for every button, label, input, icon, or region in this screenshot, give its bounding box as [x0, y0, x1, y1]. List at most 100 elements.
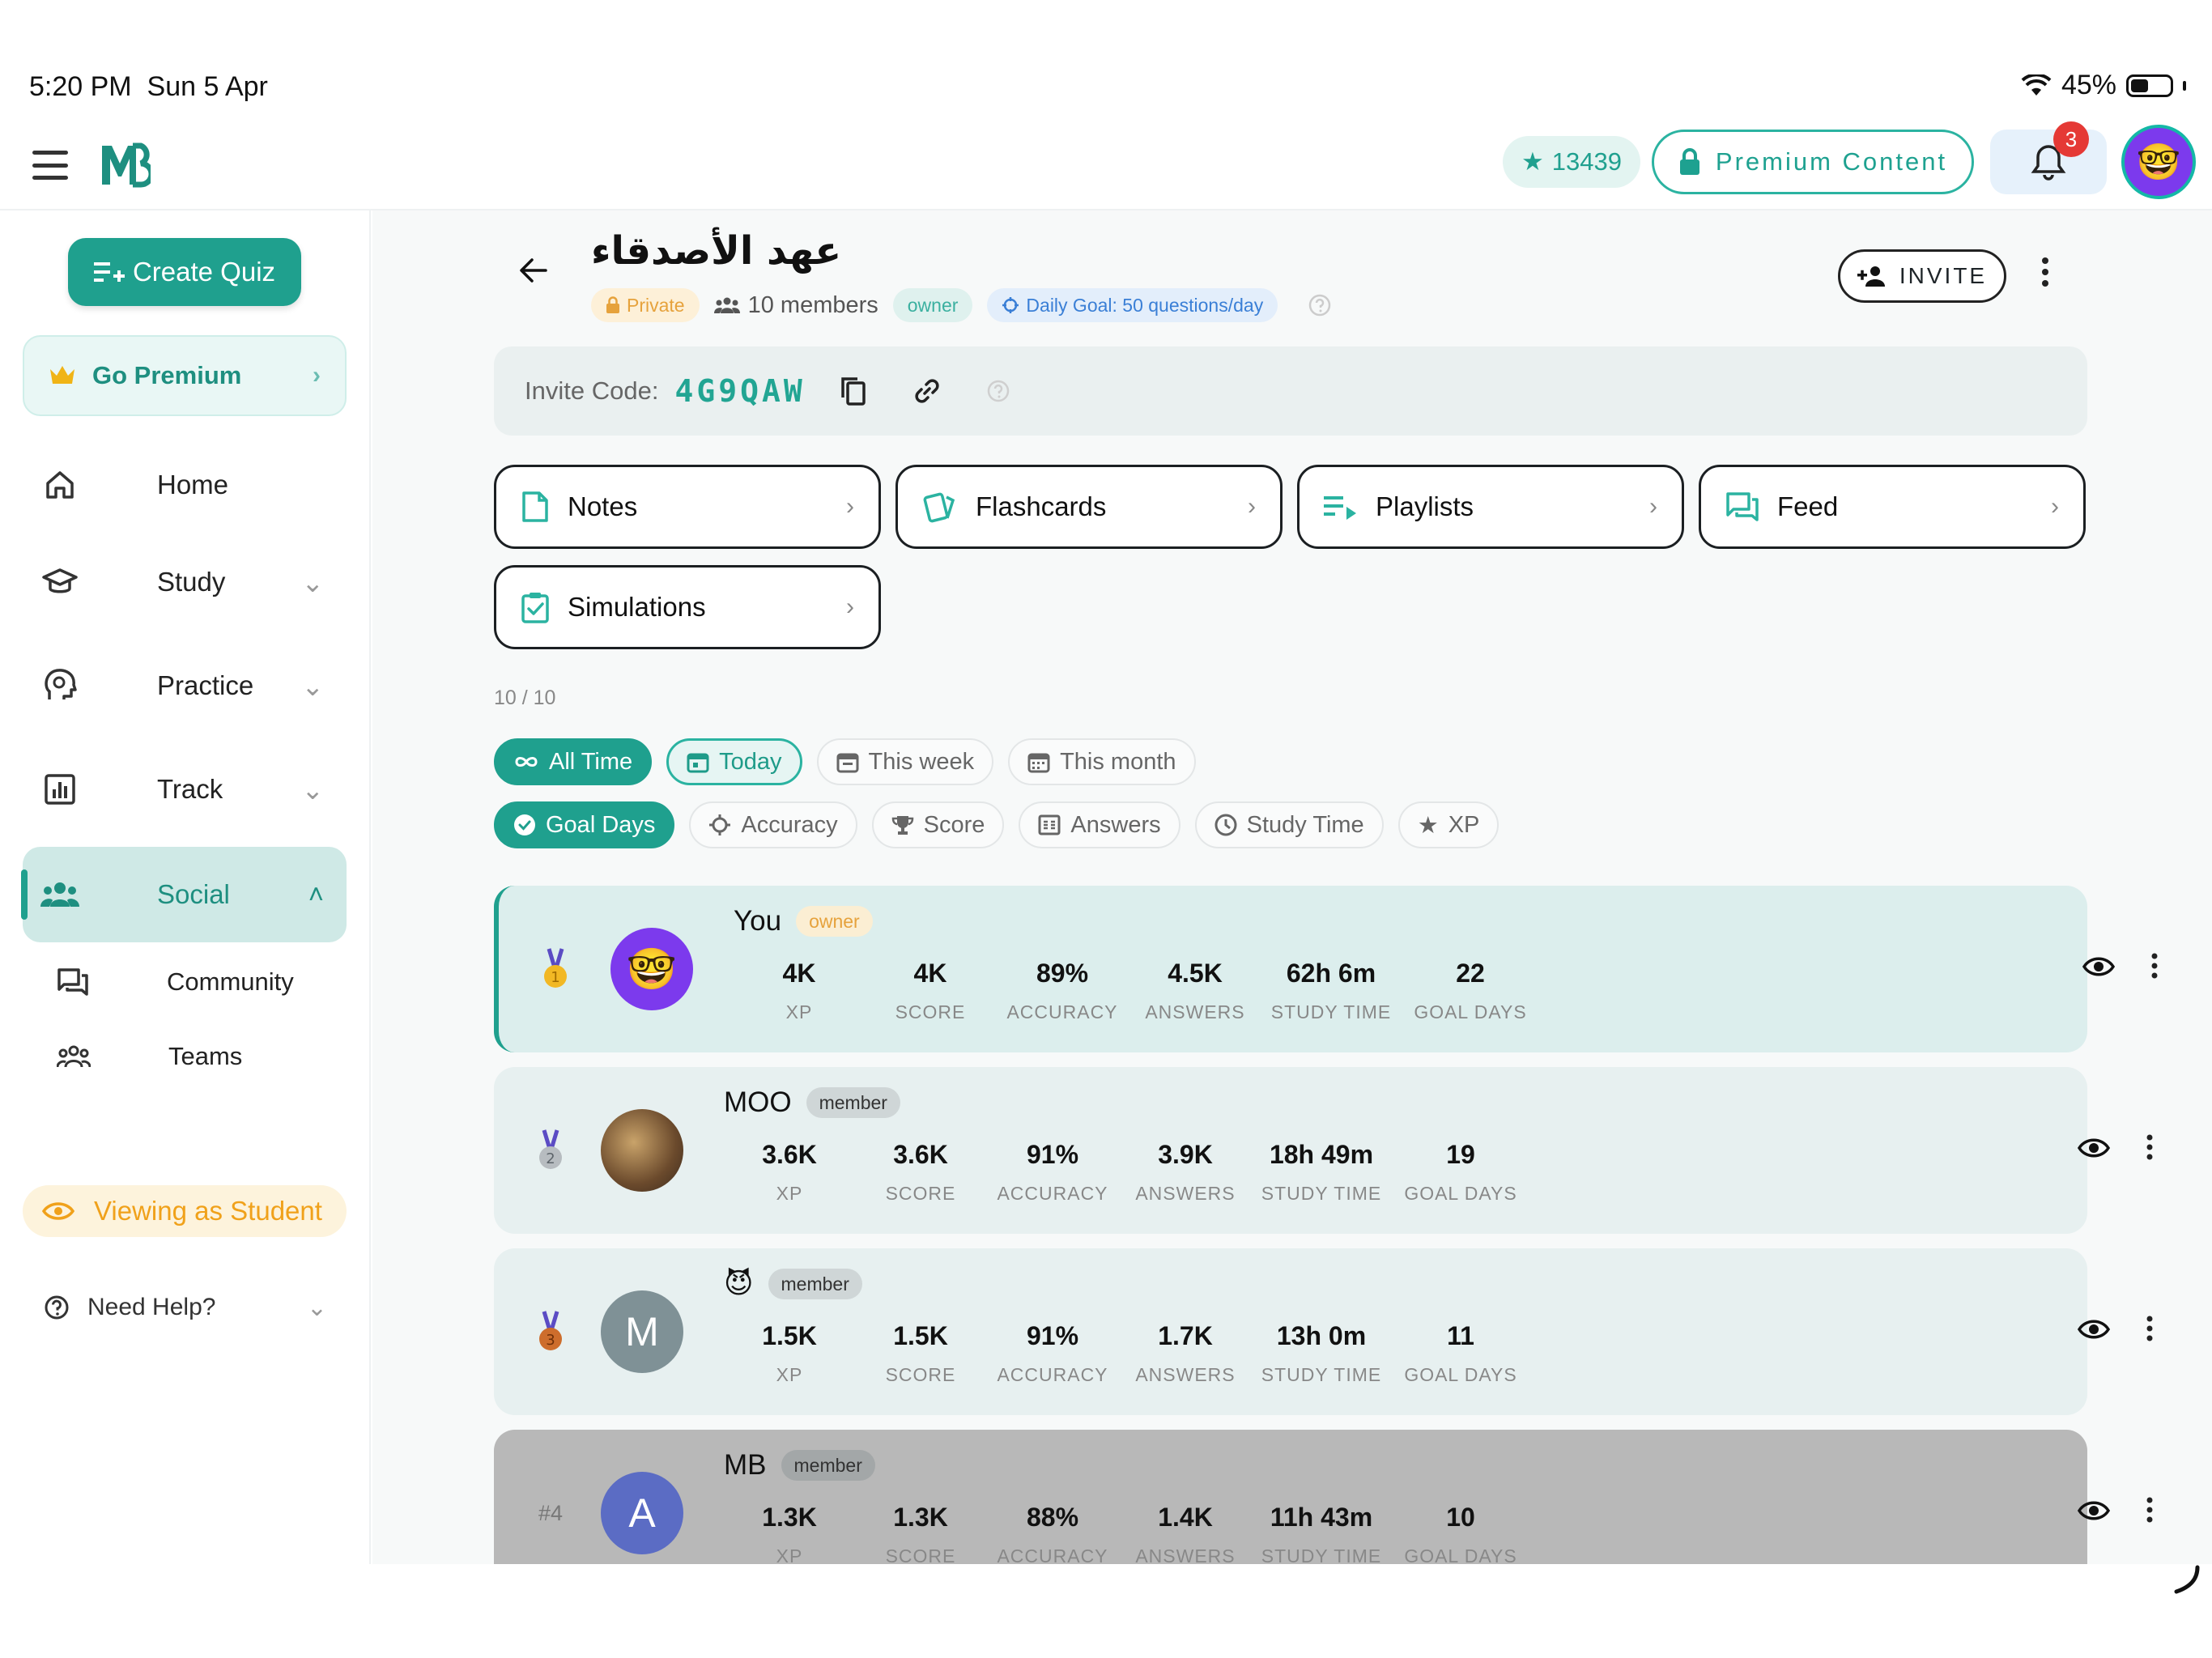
daily-goal-badge[interactable]: Daily Goal: 50 questions/day	[987, 288, 1278, 322]
notes-card[interactable]: Notes ›	[494, 465, 881, 549]
filter-this-week[interactable]: This week	[816, 738, 994, 785]
eye-icon[interactable]	[2082, 955, 2115, 978]
leaderboard-row[interactable]: 3 M 😈 member 1.5K XP 1.5K SCORE 91% ACCURACY 1…	[494, 1248, 2153, 1415]
chevron-down-icon: ⌄	[301, 774, 324, 805]
wifi-icon	[2021, 74, 2052, 96]
xp-counter[interactable]: ★ 13439	[1503, 136, 1640, 188]
filter-goal-days[interactable]: Goal Days	[494, 801, 675, 848]
stat-accuracy: 91% ACCURACY	[986, 1140, 1119, 1205]
stat-label: XP	[776, 1364, 803, 1385]
target-icon	[709, 814, 731, 835]
invite-code-bar: Invite Code: 4G9QAW	[494, 346, 2087, 436]
chevron-right-icon: ›	[846, 493, 854, 520]
filter-all-time[interactable]: All Time	[494, 738, 653, 785]
menu-icon[interactable]	[32, 151, 68, 180]
back-arrow-icon[interactable]	[518, 257, 547, 283]
stat-study-time: 18h 49m STUDY TIME	[1252, 1140, 1391, 1205]
need-help-button[interactable]: Need Help? ⌄	[44, 1287, 327, 1328]
stat-label: XP	[776, 1183, 803, 1204]
more-options-icon[interactable]	[2040, 256, 2050, 288]
stat-label: STUDY TIME	[1270, 1001, 1392, 1022]
app-logo	[102, 142, 151, 188]
help-icon[interactable]	[987, 380, 1010, 402]
help-icon[interactable]	[1308, 294, 1331, 317]
sidebar-subitem-teams[interactable]: Teams	[57, 1028, 242, 1085]
filter-this-month[interactable]: This month	[1008, 738, 1196, 785]
stat-value: 4.5K	[1168, 959, 1223, 988]
crown-icon	[50, 366, 74, 384]
more-options-icon[interactable]	[2150, 952, 2159, 980]
status-bar: 5:20 PM Sun 5 Apr 45%	[0, 0, 2212, 121]
stat-label: SCORE	[885, 1183, 956, 1204]
chevron-down-icon: ⌄	[301, 670, 324, 701]
simulations-card[interactable]: Simulations ›	[494, 565, 881, 649]
more-options-icon[interactable]	[2146, 1315, 2154, 1342]
chevron-down-icon: ⌄	[306, 1294, 327, 1321]
go-premium-button[interactable]: Go Premium ›	[23, 335, 347, 416]
sidebar-item-social[interactable]: Social ˄	[21, 847, 347, 942]
create-quiz-button[interactable]: Create Quiz	[68, 238, 301, 306]
stat-label: STUDY TIME	[1261, 1364, 1382, 1385]
role-badge: member	[781, 1450, 875, 1481]
member-stats: 4K XP 4K SCORE 89% ACCURACY 4.5K ANSWERS 62h 6m S…	[734, 959, 1540, 1023]
stat-label: ACCURACY	[1006, 1001, 1118, 1022]
sidebar-item-track[interactable]: Track ⌄	[23, 742, 347, 837]
leaderboard-row[interactable]: 2 MOO member 3.6K XP 3.6K SCORE 91% ACCURACY 3…	[494, 1067, 2153, 1234]
feed-card[interactable]: Feed ›	[1699, 465, 2086, 549]
stat-xp: 1.3K XP	[724, 1503, 855, 1564]
leaderboard-row[interactable]: #4 A MB member 1.3K XP 1.3K SCORE 88% ACCURAC…	[494, 1430, 2153, 1564]
role-badge: member	[806, 1087, 900, 1118]
premium-content-button[interactable]: Premium Content	[1652, 130, 1974, 194]
avatar: A	[601, 1472, 683, 1554]
group-meta: Private 10 members owner Daily Goal: 50 …	[591, 288, 1331, 322]
stat-goal-days: 22 GOAL DAYS	[1401, 959, 1540, 1023]
playlists-card[interactable]: Playlists ›	[1297, 465, 1684, 549]
home-icon	[46, 471, 74, 499]
stat-study-time: 62h 6m STUDY TIME	[1261, 959, 1401, 1023]
more-options-icon[interactable]	[2146, 1496, 2154, 1524]
chat-icon	[1726, 492, 1759, 521]
sidebar-subitem-community[interactable]: Community	[57, 954, 294, 1010]
more-options-icon[interactable]	[2146, 1133, 2154, 1161]
note-icon	[522, 491, 548, 522]
filter-answers[interactable]: Answers	[1019, 801, 1180, 848]
filter-accuracy[interactable]: Accuracy	[689, 801, 857, 848]
viewing-as-student-toggle[interactable]: Viewing as Student	[23, 1185, 347, 1237]
member-name: MOO	[724, 1086, 792, 1118]
eye-icon[interactable]	[2078, 1499, 2110, 1522]
main-content: عهد الأصدقاء Private 10 members owner Da…	[372, 210, 2212, 1564]
notifications-button[interactable]	[1990, 130, 2107, 194]
leaderboard-row[interactable]: 1 🤓 You owner 4K XP 4K SCORE 89% ACCURACY 4.5K…	[494, 886, 2158, 1052]
link-icon[interactable]	[912, 376, 942, 406]
stat-xp: 4K XP	[734, 959, 865, 1023]
filter-today[interactable]: Today	[666, 738, 802, 785]
user-avatar[interactable]: 🤓	[2121, 125, 2196, 199]
stat-value: 19	[1446, 1140, 1475, 1169]
gold-medal-icon: 1	[544, 948, 567, 988]
stat-score: 1.5K SCORE	[855, 1321, 986, 1386]
stat-goal-days: 11 GOAL DAYS	[1391, 1321, 1530, 1386]
invite-button[interactable]: INVITE	[1838, 249, 2006, 303]
eye-icon[interactable]	[2078, 1318, 2110, 1341]
notification-badge: 3	[2053, 121, 2089, 157]
filter-xp[interactable]: ★ XP	[1397, 801, 1499, 848]
stat-label: ANSWERS	[1145, 1001, 1245, 1022]
flashcards-card[interactable]: Flashcards ›	[895, 465, 1283, 549]
sidebar-item-practice[interactable]: Practice ⌄	[23, 638, 347, 733]
copy-icon[interactable]	[840, 376, 867, 406]
sidebar-item-home[interactable]: Home	[23, 437, 347, 533]
filter-score[interactable]: Score	[871, 801, 1005, 848]
stat-score: 3.6K SCORE	[855, 1140, 986, 1205]
members-count[interactable]: 10 members	[713, 292, 878, 319]
calendar-icon	[687, 753, 709, 773]
top-app-bar: ★ 13439 Premium Content 3 🤓	[0, 121, 2212, 210]
sidebar-item-study[interactable]: Study ⌄	[23, 534, 347, 630]
filter-study-time[interactable]: Study Time	[1194, 801, 1384, 848]
stat-value: 91%	[1026, 1140, 1079, 1169]
stat-label: GOAL DAYS	[1404, 1545, 1517, 1564]
eye-icon[interactable]	[2078, 1137, 2110, 1159]
svg-text:3: 3	[546, 1332, 555, 1349]
member-name: MB	[724, 1449, 767, 1481]
infinity-icon	[515, 757, 538, 767]
stat-label: XP	[776, 1545, 803, 1564]
